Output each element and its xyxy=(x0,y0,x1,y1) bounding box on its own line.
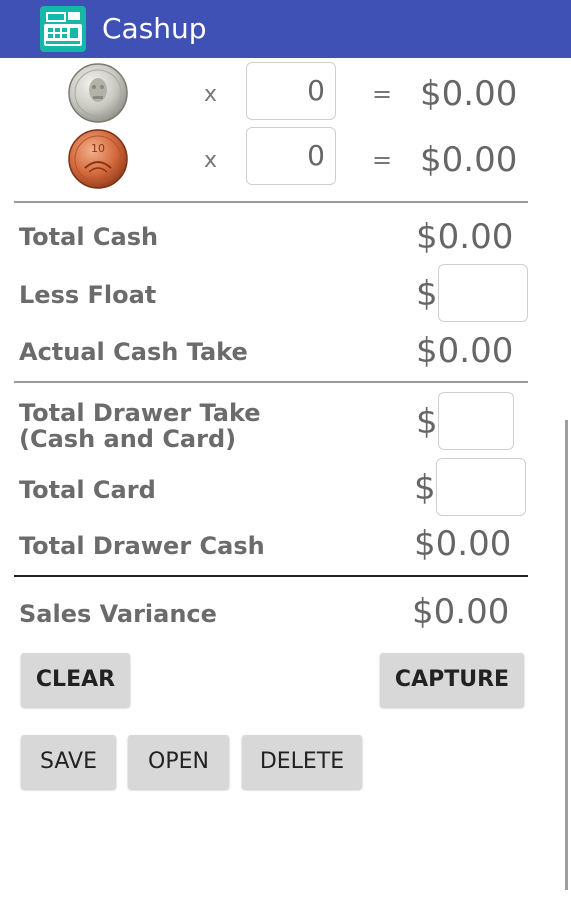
total-card-label: Total Card xyxy=(19,476,156,504)
capture-button[interactable]: CAPTURE xyxy=(380,653,524,707)
coin-2-times: x xyxy=(204,148,218,173)
total-drawer-take-label-line-2: (Cash and Card) xyxy=(19,425,237,453)
coin-1-times: x xyxy=(204,82,218,107)
save-button[interactable]: SAVE xyxy=(21,735,116,789)
coin-2-equals: = xyxy=(372,146,393,174)
divider xyxy=(14,381,528,383)
cash-register-icon xyxy=(40,6,86,52)
divider xyxy=(14,201,528,203)
less-float-label: Less Float xyxy=(19,281,157,309)
total-drawer-cash-label: Total Drawer Cash xyxy=(19,532,265,560)
nz-20-cent-coin-icon xyxy=(67,62,129,128)
total-drawer-take-input[interactable] xyxy=(438,392,514,450)
total-drawer-take-label-line-1: Total Drawer Take xyxy=(19,399,261,427)
divider xyxy=(14,575,528,577)
total-drawer-cash-value: $0.00 xyxy=(414,524,512,564)
total-drawer-take-currency: $ xyxy=(416,402,438,442)
sales-variance-value: $0.00 xyxy=(412,592,510,632)
total-card-input[interactable] xyxy=(436,458,526,516)
total-card-currency: $ xyxy=(414,468,436,508)
actual-cash-take-label: Actual Cash Take xyxy=(19,338,248,366)
total-cash-label: Total Cash xyxy=(19,223,159,251)
less-float-input[interactable] xyxy=(438,264,528,322)
app-bar: Cashup xyxy=(0,0,571,58)
delete-button[interactable]: DELETE xyxy=(242,735,362,789)
coin-2-subtotal: $0.00 xyxy=(420,140,518,180)
less-float-currency: $ xyxy=(416,274,438,314)
coin-1-count-input[interactable]: 0 xyxy=(246,62,336,120)
open-button[interactable]: OPEN xyxy=(128,735,229,789)
clear-button[interactable]: CLEAR xyxy=(21,653,130,707)
total-cash-value: $0.00 xyxy=(416,217,514,257)
app-title: Cashup xyxy=(102,12,207,45)
total-drawer-take-label: Total Drawer Take (Cash and Card) xyxy=(19,399,261,453)
sales-variance-label: Sales Variance xyxy=(19,600,217,628)
actual-cash-take-value: $0.00 xyxy=(416,331,514,371)
nz-10-cent-coin-icon: 10 xyxy=(67,128,129,194)
coin-1-subtotal: $0.00 xyxy=(420,74,518,114)
coin-2-count-input[interactable]: 0 xyxy=(246,127,336,185)
coin-1-equals: = xyxy=(372,80,393,108)
svg-text:10: 10 xyxy=(91,142,105,155)
scrollbar[interactable] xyxy=(565,420,568,890)
